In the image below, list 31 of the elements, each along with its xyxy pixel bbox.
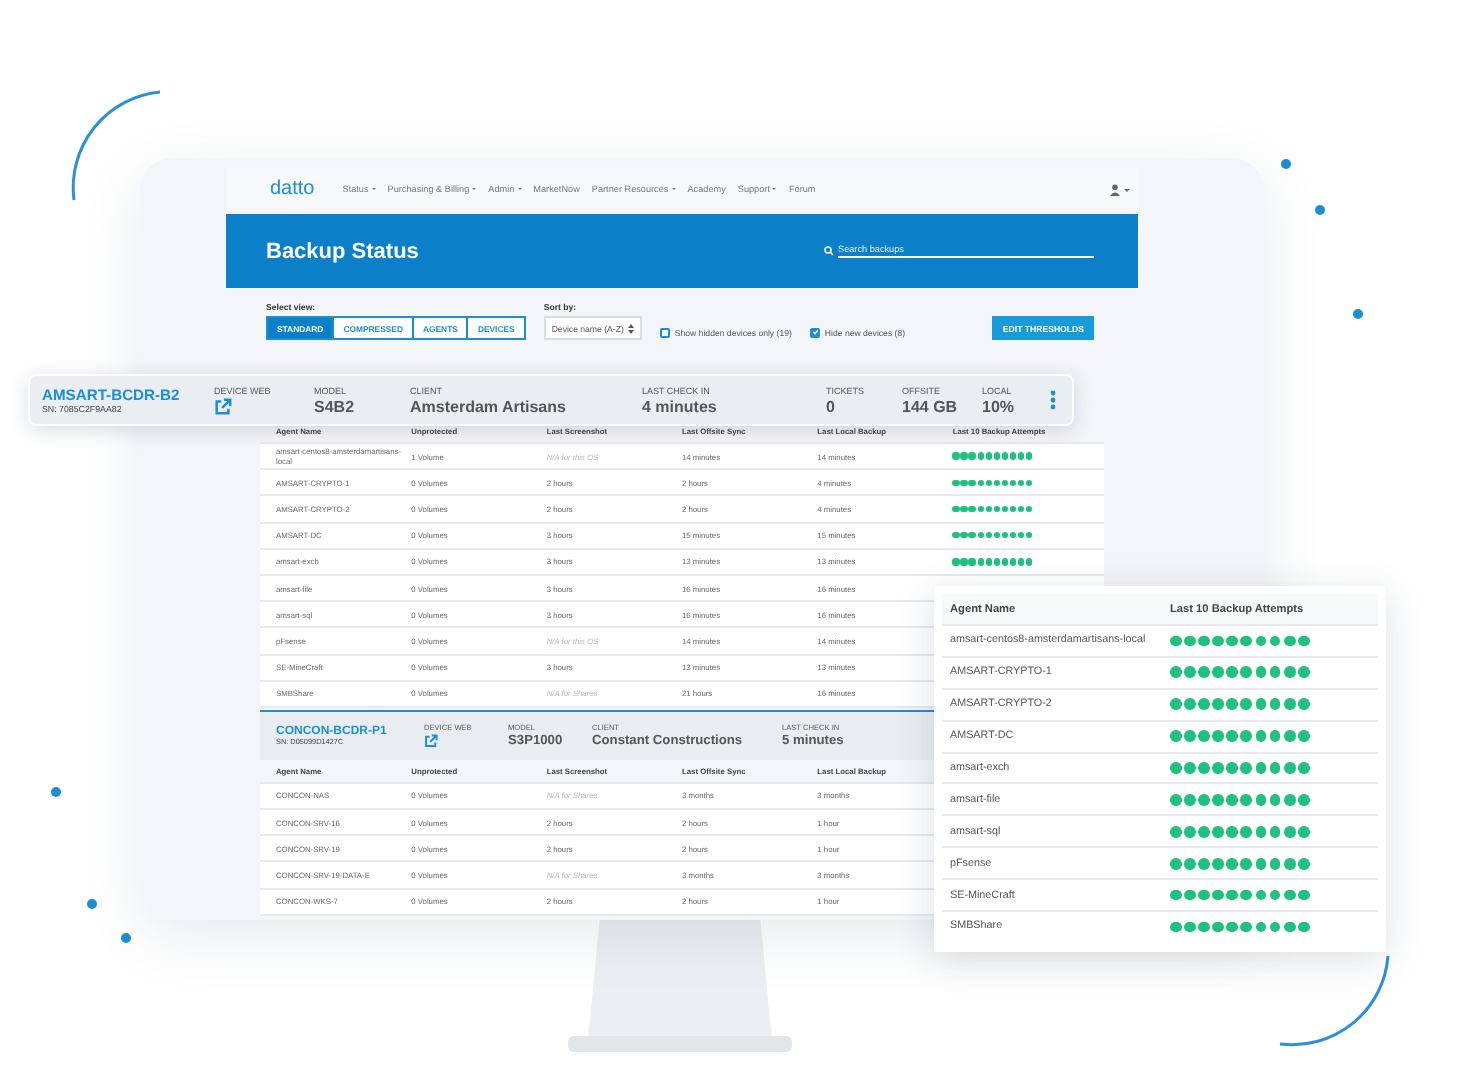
backup-attempts-indicator xyxy=(1170,762,1310,774)
backup-attempts-indicator xyxy=(1170,698,1310,711)
backup-attempts-indicator xyxy=(952,531,1033,539)
backup-attempts-indicator xyxy=(1170,825,1310,838)
backup-attempts-indicator xyxy=(1170,857,1310,870)
user-menu-icon[interactable] xyxy=(1110,183,1130,195)
sort-arrows-icon xyxy=(627,323,634,333)
external-link-icon[interactable] xyxy=(424,733,438,748)
backup-attempts-indicator xyxy=(952,505,1033,513)
more-menu-icon[interactable] xyxy=(1050,390,1056,410)
field-value: 0 xyxy=(826,397,835,415)
logo[interactable]: datto xyxy=(270,178,315,200)
search-icon[interactable] xyxy=(824,246,834,256)
field-value: Amsterdam Artisans xyxy=(410,397,566,415)
checkbox[interactable] xyxy=(809,327,821,338)
backup-attempts-indicator xyxy=(1170,635,1310,647)
external-link-icon[interactable] xyxy=(214,397,232,415)
backup-attempts-indicator xyxy=(952,452,1033,460)
backup-attempts-indicator xyxy=(1170,730,1310,743)
backup-attempts-indicator xyxy=(1170,794,1310,806)
backup-attempts-indicator xyxy=(952,479,1033,486)
backup-attempts-indicator xyxy=(1170,889,1310,901)
page-title: Backup Status xyxy=(266,239,419,263)
field-value: 4 minutes xyxy=(642,397,717,415)
field-value: 10% xyxy=(982,397,1015,415)
backup-attempts-indicator xyxy=(1170,666,1310,679)
backup-attempts-indicator xyxy=(1170,921,1310,933)
backup-attempts-indicator xyxy=(952,558,1033,566)
field-value: 144 GB xyxy=(902,397,958,415)
field-value: S4B2 xyxy=(314,397,355,415)
checkbox[interactable] xyxy=(659,327,671,338)
